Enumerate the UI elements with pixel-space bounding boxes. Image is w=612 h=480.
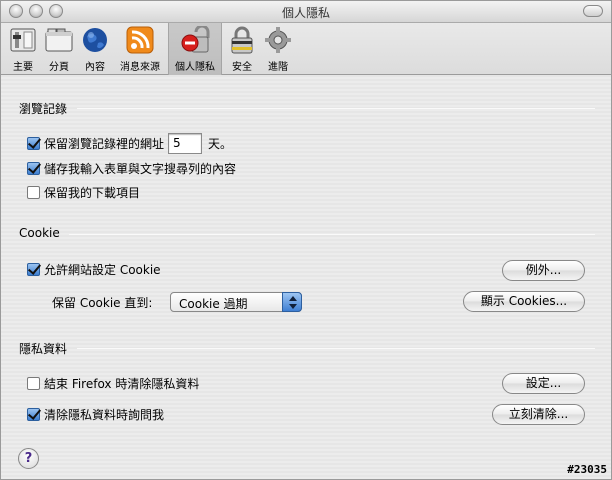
cookie-section-title: Cookie [19,226,60,240]
tab-content[interactable]: 內容 [77,23,113,75]
ask-before-clear-label: 清除隱私資料時詢問我 [44,408,165,422]
cookie-separator [69,234,595,235]
tab-tabs-label: 分頁 [49,62,69,73]
history-section-title: 瀏覽記錄 [19,102,68,116]
title-bar: 個人隱私 [1,1,611,23]
image-badge: #23035 [567,463,607,476]
tabs-icon [45,28,73,52]
clear-on-exit-checkbox[interactable] [27,377,40,390]
globe-icon [83,28,107,52]
keep-until-select[interactable]: Cookie 過期 [170,292,302,312]
toolbar-toggle-button[interactable] [583,5,603,17]
ask-before-clear-checkbox[interactable] [27,408,40,421]
tab-security-label: 安全 [232,62,252,73]
exceptions-button[interactable]: 例外... [502,260,585,281]
clear-on-exit-label: 結束 Firefox 時清除隱私資料 [44,377,200,391]
tab-advanced-label: 進階 [268,62,288,73]
keep-downloads-checkbox[interactable] [27,186,40,199]
window-title: 個人隱私 [281,6,330,20]
history-days-input[interactable]: 5 [168,133,203,154]
rss-feed-icon [126,26,154,54]
keep-downloads-row: 保留我的下載項目 [27,184,140,201]
save-form-checkbox[interactable] [27,162,40,175]
keep-until-value: Cookie 過期 [179,297,248,311]
allow-cookies-row: 允許網站設定 Cookie [27,261,161,278]
allow-cookies-label: 允許網站設定 Cookie [44,263,161,277]
tab-security[interactable]: 安全 [224,23,260,75]
privacy-lock-icon [181,26,210,53]
keep-history-checkbox[interactable] [27,137,40,150]
gear-icon [265,27,291,53]
help-button[interactable]: ? [18,448,39,469]
select-arrows-icon [282,292,302,312]
main-switch-icon [10,28,36,52]
clear-now-button[interactable]: 立刻清除... [492,404,585,425]
preferences-toolbar: 主要 分頁 內容 消息來源 個人隱私 安全 進階 [1,23,611,75]
tab-advanced[interactable]: 進階 [260,23,296,75]
preferences-window: 個人隱私 主要 分頁 內容 消息來源 個人隱私 安全 進階 瀏覽記錄 保留瀏覽記… [0,0,612,480]
save-form-label: 儲存我輸入表單與文字搜尋列的內容 [44,162,237,176]
tab-privacy-label: 個人隱私 [175,62,215,73]
tab-feeds-label: 消息來源 [120,62,160,73]
allow-cookies-checkbox[interactable] [27,263,40,276]
tab-tabs[interactable]: 分頁 [41,23,77,75]
settings-button[interactable]: 設定... [502,373,585,394]
tab-main-label: 主要 [13,62,33,73]
days-unit-label: 天。 [208,137,233,151]
ask-before-clear-row: 清除隱私資料時詢問我 [27,406,164,423]
private-data-section-title: 隱私資料 [19,342,68,356]
keep-history-row: 保留瀏覽記錄裡的網址 5 天。 [27,133,232,154]
keep-history-label: 保留瀏覽記錄裡的網址 [44,137,165,151]
tab-content-label: 內容 [85,62,105,73]
tab-main[interactable]: 主要 [5,23,41,75]
tab-privacy[interactable]: 個人隱私 [168,23,222,75]
show-cookies-button[interactable]: 顯示 Cookies... [463,291,585,312]
private-data-separator [77,348,595,349]
tab-feeds[interactable]: 消息來源 [114,23,166,75]
history-separator [77,108,595,109]
save-form-row: 儲存我輸入表單與文字搜尋列的內容 [27,160,236,177]
keep-downloads-label: 保留我的下載項目 [44,186,141,200]
clear-on-exit-row: 結束 Firefox 時清除隱私資料 [27,375,199,392]
keep-until-label: 保留 Cookie 直到: [52,296,153,310]
security-padlock-icon [231,26,253,54]
